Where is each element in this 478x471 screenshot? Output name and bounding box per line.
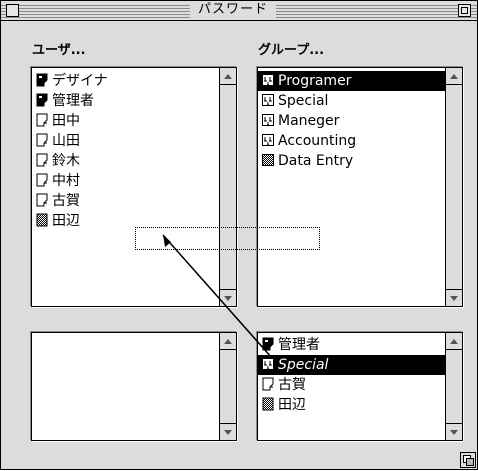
- drag-arrow-icon: [162, 234, 273, 359]
- resize-grow-box[interactable]: [460, 452, 476, 468]
- password-window: パスワード ユーザ... グループ... デザイナ 管理者 田中 山田 鈴木 中村 古賀 田辺…: [0, 0, 478, 470]
